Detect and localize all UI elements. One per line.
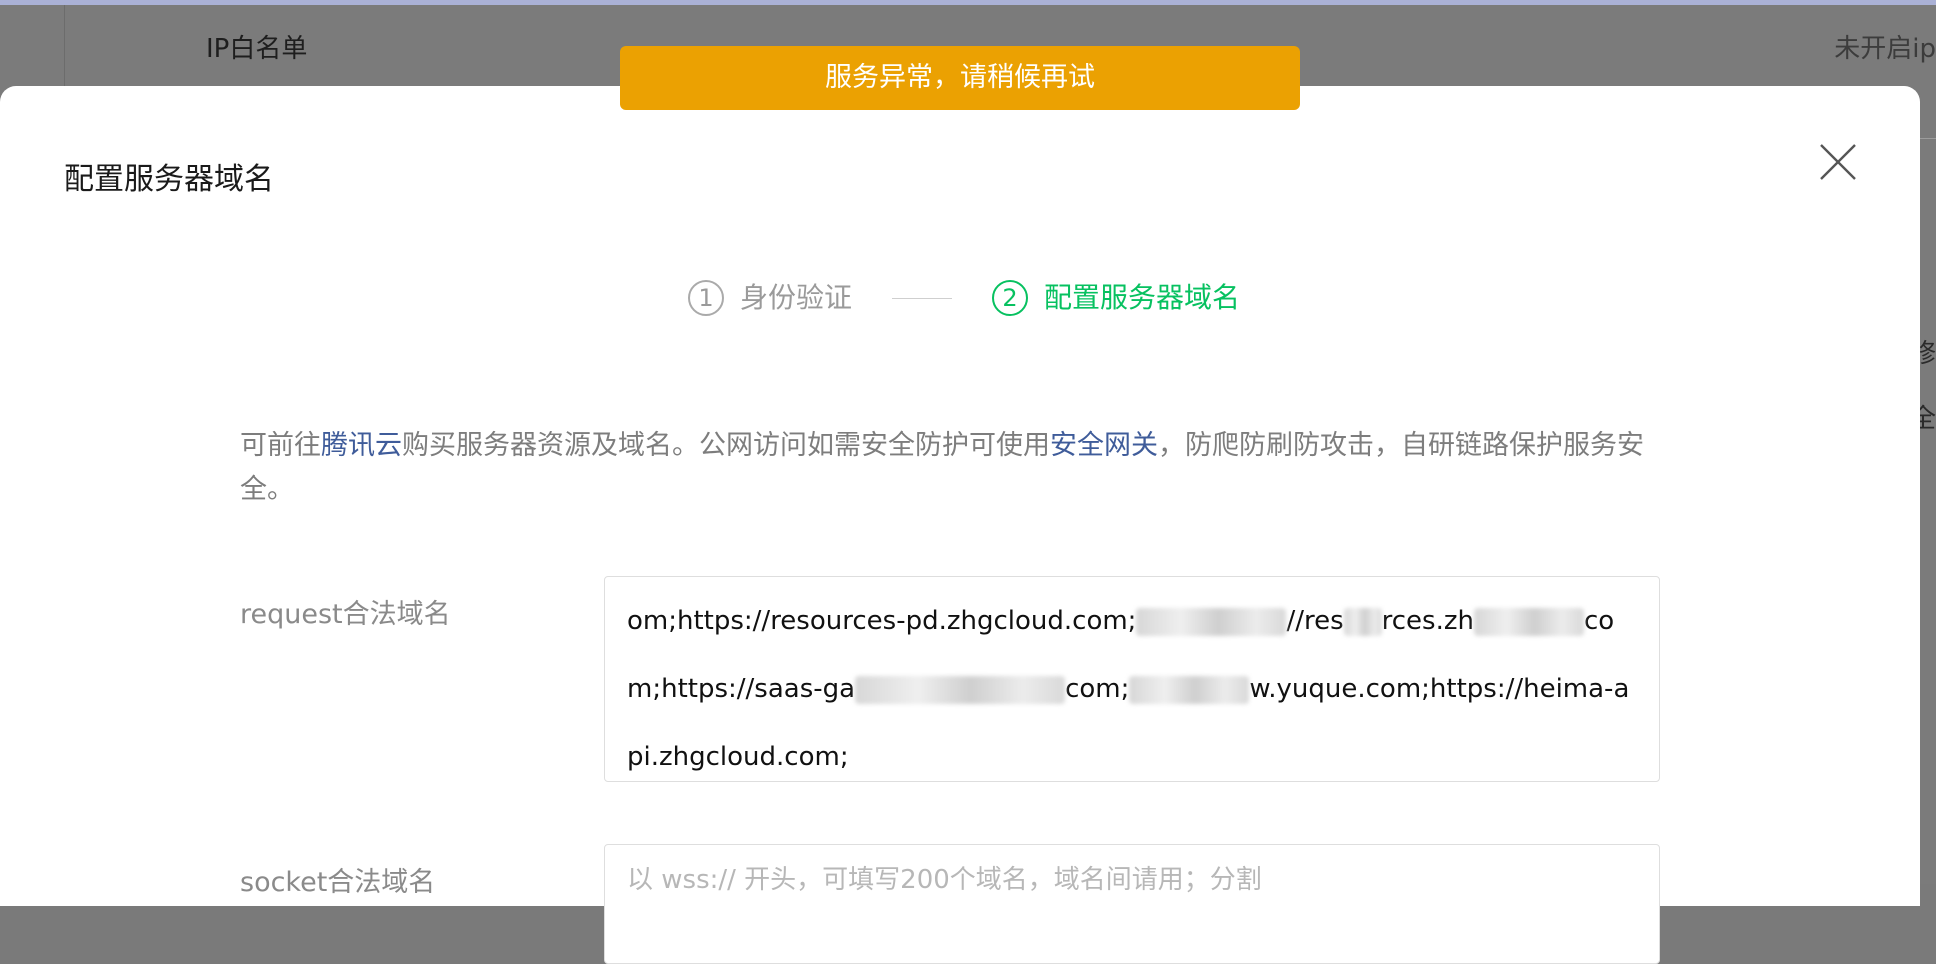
tencent-cloud-link[interactable]: 腾讯云	[321, 430, 402, 461]
configure-domain-dialog: 配置服务器域名 1 身份验证 2 配置服务器域名 可前往腾讯云购买服务器资源及域…	[0, 86, 1920, 964]
close-button[interactable]	[1818, 142, 1858, 182]
close-icon	[1820, 144, 1856, 180]
socket-domain-textarea[interactable]: 以 wss:// 开头，可填写200个域名，域名间请用；分割	[604, 844, 1660, 964]
domain-text: rces.zh	[1381, 606, 1474, 636]
redacted-text	[1136, 607, 1287, 636]
security-gateway-link[interactable]: 安全网关	[1050, 430, 1158, 461]
request-domain-textarea[interactable]: om;https://resources-pd.zhgcloud.com; //r…	[604, 576, 1660, 782]
step-1-number: 1	[688, 280, 724, 316]
step-2-number: 2	[992, 280, 1028, 316]
intro-text-part: 可前往	[240, 430, 321, 461]
step-connector	[892, 298, 952, 299]
domain-text: //res	[1286, 606, 1344, 636]
steps-indicator: 1 身份验证 2 配置服务器域名	[0, 278, 1920, 318]
redacted-text	[1129, 675, 1250, 704]
step-1-label: 身份验证	[740, 281, 853, 314]
domain-text: om;https://resources-pd.zhgcloud.com;	[627, 606, 1137, 636]
request-domain-value: om;https://resources-pd.zhgcloud.com; //r…	[627, 587, 1637, 791]
intro-text: 可前往腾讯云购买服务器资源及域名。公网访问如需安全防护可使用安全网关，防爬防刷防…	[240, 424, 1680, 512]
socket-domain-placeholder: 以 wss:// 开头，可填写200个域名，域名间请用；分割	[627, 865, 1262, 895]
background-ip-status: 未开启ip	[1834, 34, 1936, 64]
redacted-text	[1343, 607, 1382, 636]
request-domain-label: request合法域名	[240, 599, 451, 630]
domain-text: w.yuque.com;	[1249, 674, 1430, 704]
background-title: IP白名单	[206, 34, 308, 64]
socket-domain-label: socket合法域名	[240, 867, 436, 898]
redacted-text	[855, 675, 1066, 704]
error-toast: 服务异常，请稍候再试	[620, 46, 1300, 110]
background-line	[1920, 138, 1936, 139]
domain-text: com;	[1065, 674, 1130, 704]
redacted-text	[1473, 607, 1584, 636]
step-2-label: 配置服务器域名	[1044, 281, 1241, 314]
dialog-title: 配置服务器域名	[64, 162, 274, 197]
intro-text-part: 购买服务器资源及域名。公网访问如需安全防护可使用	[402, 430, 1050, 461]
